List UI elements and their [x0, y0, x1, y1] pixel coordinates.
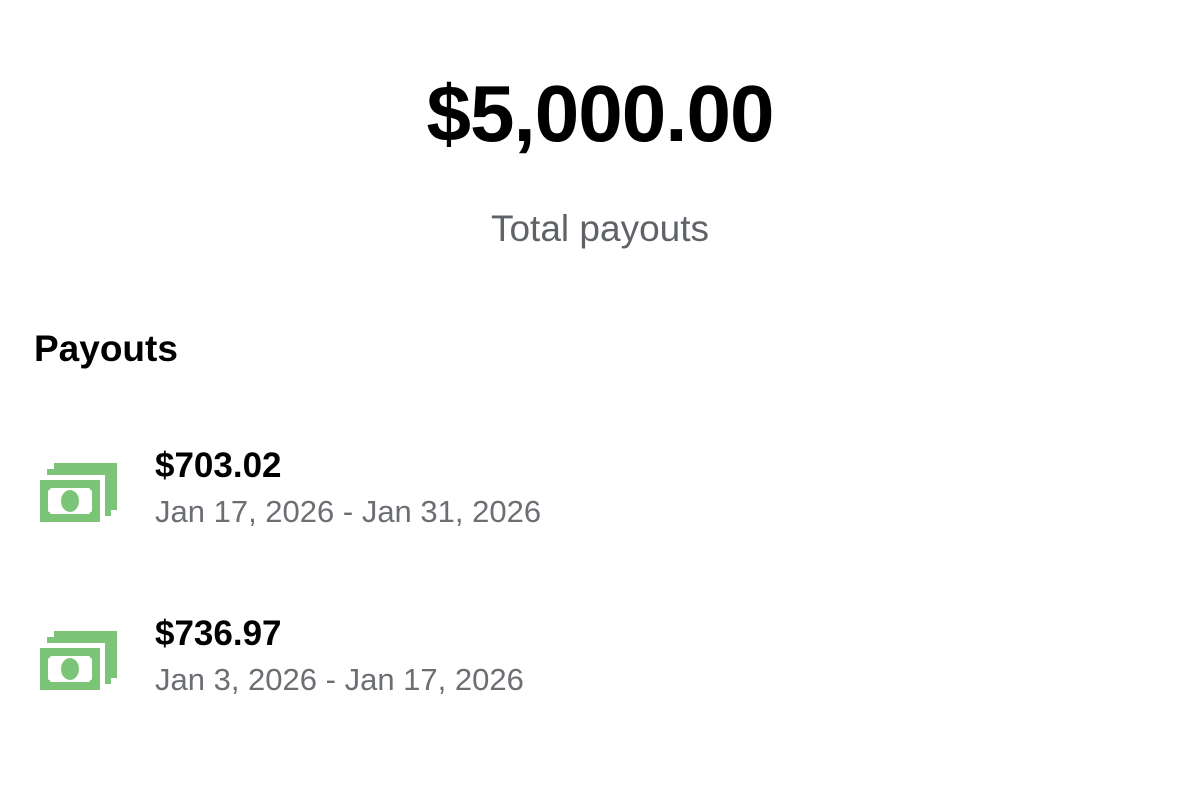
- total-payout-amount: $5,000.00: [426, 69, 775, 158]
- money-icon: [40, 631, 117, 690]
- payout-period: Jan 17, 2026 - Jan 31, 2026: [155, 494, 542, 529]
- payout-amount: $736.97: [155, 614, 282, 653]
- payout-period: Jan 3, 2026 - Jan 17, 2026: [155, 662, 524, 697]
- payout-list-item[interactable]: $703.02 Jan 17, 2026 - Jan 31, 2026: [0, 440, 1200, 550]
- total-payout-label: Total payouts: [490, 208, 710, 249]
- payout-amount: $703.02: [155, 446, 282, 485]
- money-icon: [40, 463, 117, 522]
- payout-list-item[interactable]: $736.97 Jan 3, 2026 - Jan 17, 2026: [0, 608, 1200, 718]
- payouts-section-title: Payouts: [34, 328, 178, 369]
